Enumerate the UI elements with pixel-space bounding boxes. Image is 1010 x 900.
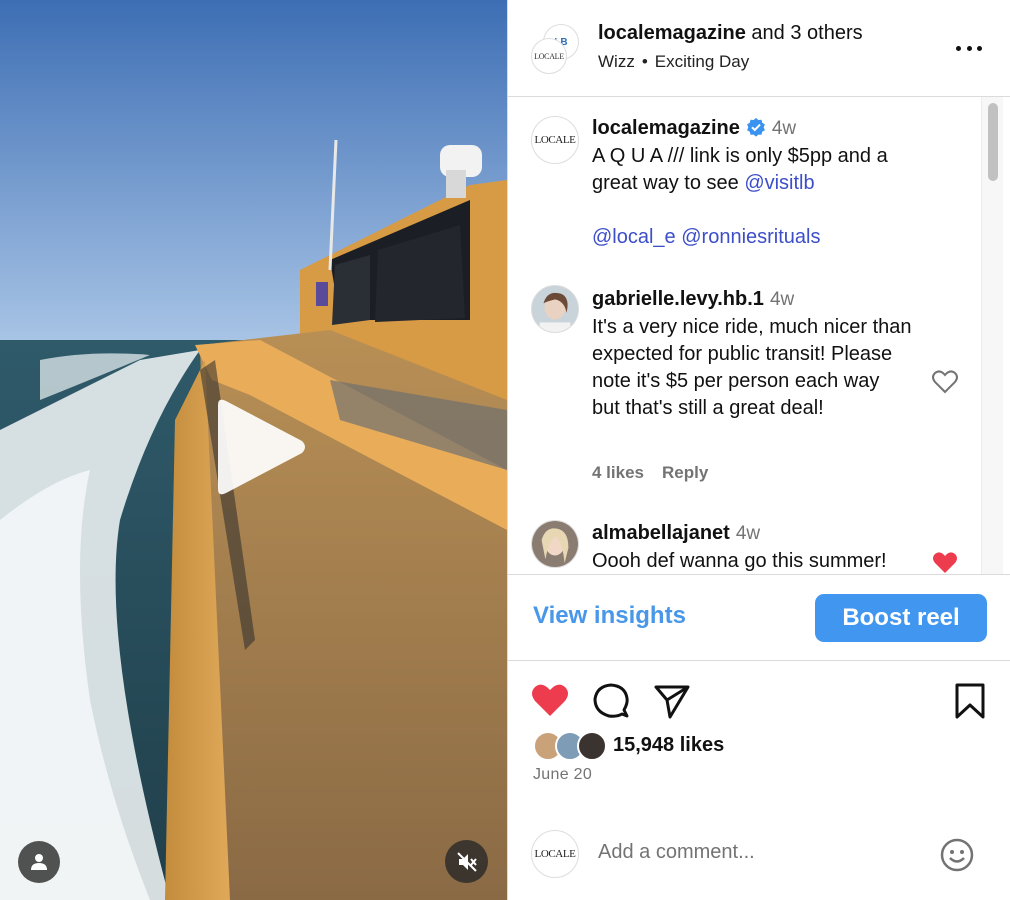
avatar[interactable] (531, 520, 579, 568)
collab-avatars[interactable]: LB LOCALE (531, 24, 581, 74)
audio-info: Wizz • Exciting Day (598, 52, 749, 72)
post-panel: LB LOCALE localemagazine and 3 others Wi… (507, 0, 1010, 900)
caption-text: A Q U A /// link is only $5pp and a grea… (592, 145, 888, 248)
post-actions: 15,948 likes June 20 (508, 661, 1010, 801)
mention-link[interactable]: @local_e (592, 226, 676, 248)
scrollbar[interactable] (981, 97, 1003, 574)
comment-author: almabellajanet 4w (592, 522, 760, 545)
comment-meta: 4 likes Reply (592, 463, 726, 483)
post-header: LB LOCALE localemagazine and 3 others Wi… (508, 0, 1010, 97)
comment-time[interactable]: 4w (736, 523, 760, 544)
heart-icon[interactable] (932, 551, 958, 574)
comments-list: LOCALE localemagazine 4w A Q U A /// link… (508, 97, 1010, 575)
avatar (577, 731, 607, 761)
audio-title[interactable]: Exciting Day (655, 52, 749, 71)
mention-link[interactable]: @visitlb (744, 172, 814, 194)
comment-icon[interactable] (591, 681, 631, 721)
user-tag-icon[interactable] (18, 841, 60, 883)
share-icon[interactable] (652, 681, 692, 721)
mention-link[interactable]: @ronniesrituals (681, 226, 820, 248)
avatar: LOCALE (531, 830, 579, 878)
insights-bar: View insights Boost reel (508, 575, 1010, 661)
scroll-thumb[interactable] (988, 103, 998, 181)
username-link[interactable]: almabellajanet (592, 522, 730, 544)
play-icon[interactable] (210, 395, 310, 500)
account-link[interactable]: localemagazine (598, 22, 746, 44)
header-title: localemagazine and 3 others (598, 22, 863, 45)
comment-author: gabrielle.levy.hb.1 4w (592, 288, 794, 311)
caption-time[interactable]: 4w (772, 118, 796, 139)
avatar[interactable] (531, 285, 579, 333)
likes-count[interactable]: 15,948 likes (613, 734, 724, 757)
muted-icon[interactable] (445, 840, 488, 883)
more-icon[interactable] (956, 36, 982, 60)
username-link[interactable]: gabrielle.levy.hb.1 (592, 288, 764, 310)
collaborators-link[interactable]: and 3 others (751, 22, 862, 44)
verified-icon (746, 118, 765, 137)
likers-avatars[interactable] (533, 731, 609, 761)
reel-video[interactable] (0, 0, 507, 900)
audio-artist[interactable]: Wizz (598, 52, 635, 71)
boost-reel-button[interactable]: Boost reel (815, 594, 987, 642)
emoji-icon[interactable] (939, 837, 975, 873)
separator: • (641, 52, 648, 71)
post-date: June 20 (533, 766, 593, 783)
bookmark-icon[interactable] (950, 681, 990, 721)
reply-button[interactable]: Reply (662, 463, 708, 482)
comment-input[interactable] (598, 841, 918, 864)
avatar: LOCALE (531, 38, 567, 74)
username-link[interactable]: localemagazine (592, 117, 740, 139)
comment-text: Oooh def wanna go this summer! (592, 550, 887, 572)
heart-icon[interactable] (530, 681, 570, 721)
comment-text: It's a very nice ride, much nicer than e… (592, 316, 912, 419)
comment-composer: LOCALE (508, 801, 1010, 900)
heart-icon[interactable] (932, 370, 958, 394)
caption-author: localemagazine 4w (592, 117, 796, 140)
comment-time[interactable]: 4w (770, 289, 794, 310)
avatar[interactable]: LOCALE (531, 116, 579, 164)
view-insights-link[interactable]: View insights (533, 602, 686, 630)
likes-count-link[interactable]: 4 likes (592, 463, 644, 482)
